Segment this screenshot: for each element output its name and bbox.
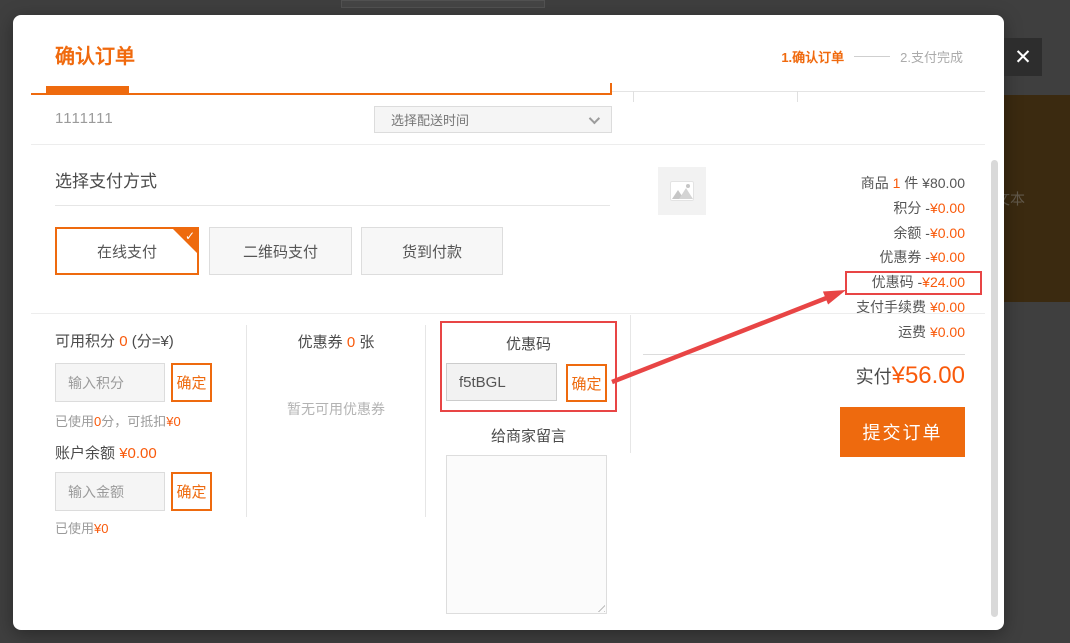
promo-code-input[interactable] xyxy=(446,363,557,401)
total-payable: 实付¥56.00 xyxy=(650,362,965,390)
divider xyxy=(246,325,247,517)
delivery-time-select[interactable]: 选择配送时间 xyxy=(374,106,612,133)
points-available-value: 0 xyxy=(119,333,127,350)
address-box-fragment-edge xyxy=(610,83,612,95)
close-icon: ✕ xyxy=(1014,45,1032,70)
table-fragment-divider xyxy=(633,91,634,102)
step-current: 1.确认订单 xyxy=(781,47,844,66)
divider xyxy=(643,354,965,355)
summary-row-points: 积分 -¥0.00 xyxy=(650,196,965,221)
divider xyxy=(630,315,631,453)
table-fragment-border xyxy=(612,91,985,92)
divider xyxy=(425,325,426,517)
checkout-steps: 1.确认订单 2.支付完成 xyxy=(781,47,963,66)
tab-label: 二维码支付 xyxy=(243,241,318,262)
coupon-label: 优惠券 0 张 xyxy=(247,331,425,352)
screen: 文本 ✕ 确认订单 1.确认订单 2.支付完成 1111111 选择配送时间 选… xyxy=(0,0,1070,643)
divider xyxy=(55,205,610,206)
merchant-message-label: 给商家留言 xyxy=(440,425,617,446)
page-title: 确认订单 xyxy=(55,40,135,69)
summary-row-balance: 余额 -¥0.00 xyxy=(650,221,965,246)
total-value: ¥56.00 xyxy=(892,362,965,389)
balance-input[interactable] xyxy=(55,472,165,511)
step-next: 2.支付完成 xyxy=(900,47,963,66)
check-icon: ✓ xyxy=(185,229,195,243)
delivery-time-select-label: 选择配送时间 xyxy=(391,110,589,129)
step-connector xyxy=(854,56,890,57)
table-fragment-divider xyxy=(797,91,798,102)
scrollbar[interactable] xyxy=(991,160,998,617)
tab-online-payment[interactable]: 在线支付 ✓ xyxy=(55,227,199,275)
coupon-empty-text: 暂无可用优惠券 xyxy=(247,399,425,419)
balance-confirm-button[interactable]: 确定 xyxy=(171,472,212,511)
chevron-down-icon xyxy=(589,112,600,123)
summary-row-shipping: 运费 ¥0.00 xyxy=(650,320,965,345)
points-used-note: 已使用0分，可抵扣¥0 xyxy=(55,411,181,430)
merchant-message-textarea[interactable] xyxy=(446,455,607,614)
order-note-text: 1111111 xyxy=(55,110,114,127)
promo-confirm-button[interactable]: 确定 xyxy=(566,364,607,402)
summary-row-promo: 优惠码 -¥24.00 xyxy=(650,270,965,295)
balance-label: 账户余额 ¥0.00 xyxy=(55,442,157,463)
balance-value: ¥0.00 xyxy=(119,445,157,462)
tab-label: 货到付款 xyxy=(402,241,462,262)
points-label: 可用积分 0 (分=¥) xyxy=(55,330,174,351)
close-button[interactable]: ✕ xyxy=(1004,38,1042,76)
backdrop-input-fragment xyxy=(341,0,545,8)
balance-used-note: 已使用¥0 xyxy=(55,518,108,537)
address-box-fragment-bar xyxy=(46,86,129,95)
tab-cash-on-delivery[interactable]: 货到付款 xyxy=(361,227,503,275)
points-confirm-button[interactable]: 确定 xyxy=(171,363,212,402)
tab-label: 在线支付 xyxy=(97,241,157,262)
divider xyxy=(31,144,985,145)
summary-row-coupon: 优惠券 -¥0.00 xyxy=(650,245,965,270)
points-input[interactable] xyxy=(55,363,165,402)
payment-section-title: 选择支付方式 xyxy=(55,167,157,192)
goods-count: 1 xyxy=(893,175,901,191)
order-summary: 商品 1 件 ¥80.00 积分 -¥0.00 余额 -¥0.00 优惠券 -¥… xyxy=(650,171,965,345)
submit-order-button[interactable]: 提交订单 xyxy=(840,407,965,457)
summary-row-fee: 支付手续费 ¥0.00 xyxy=(650,295,965,320)
tab-qrcode-payment[interactable]: 二维码支付 xyxy=(209,227,352,275)
coupon-count: 0 xyxy=(347,334,355,351)
promo-code-title: 优惠码 xyxy=(440,333,617,354)
total-label: 实付 xyxy=(856,367,892,387)
summary-row-goods: 商品 1 件 ¥80.00 xyxy=(650,171,965,196)
